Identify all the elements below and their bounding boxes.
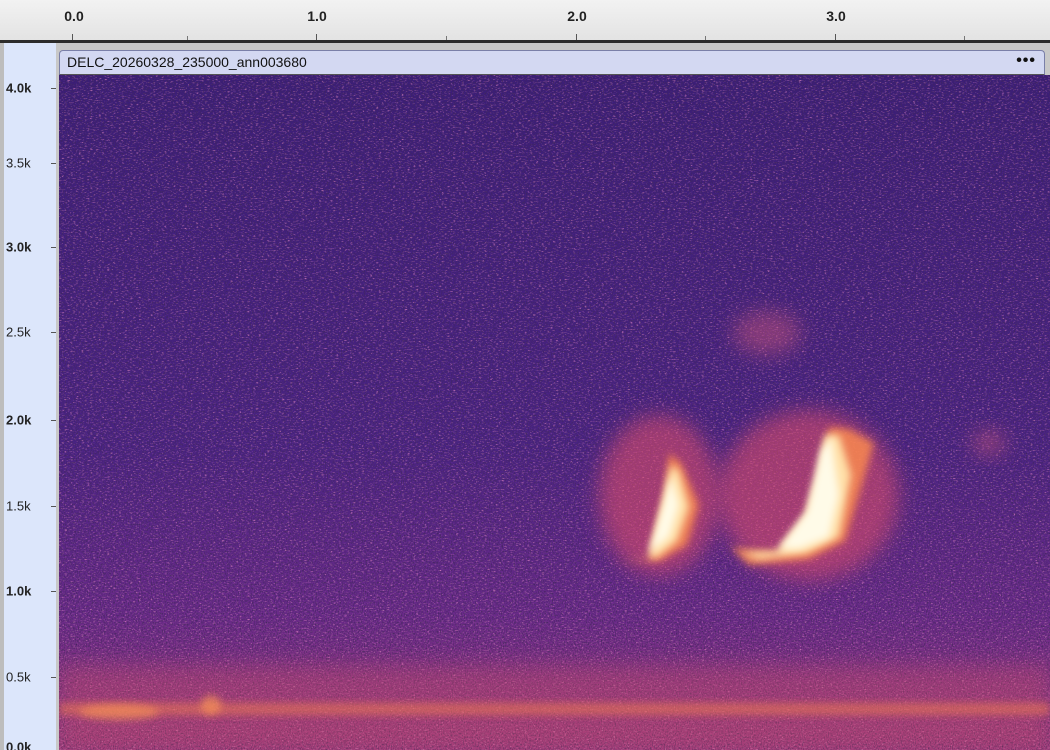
timeline-label: 1.0 — [307, 8, 327, 24]
faint-signal — [973, 431, 1005, 455]
spectrogram-noise-texture — [59, 75, 1050, 750]
spectrogram-image — [59, 75, 1050, 750]
hum-blob — [79, 704, 159, 720]
timeline-major-tick — [316, 34, 317, 40]
clip-menu-button[interactable]: ••• — [1016, 52, 1036, 70]
frequency-label: 3.0k — [6, 239, 32, 255]
frequency-label: 0.5k — [6, 669, 31, 685]
frequency-label: 2.5k — [6, 324, 31, 340]
frequency-axis[interactable]: 4.0k 3.5k 3.0k 2.5k 2.0k 1.5k 1.0k 0.5k … — [4, 43, 59, 750]
bird-call-2 — [719, 410, 899, 580]
frequency-label: 2.0k — [6, 412, 32, 428]
timeline-label: 0.0 — [64, 8, 84, 24]
frequency-label: 1.0k — [6, 583, 32, 599]
frequency-label: 0.0k — [6, 739, 32, 750]
timeline-minor-tick — [705, 36, 706, 40]
bird-call-1 — [599, 415, 719, 575]
frequency-label: 3.5k — [6, 155, 31, 171]
timeline-major-tick — [835, 34, 836, 40]
timeline-minor-tick — [187, 36, 188, 40]
timeline-minor-tick — [964, 36, 965, 40]
hum-blob — [201, 695, 221, 715]
clip-title-bar[interactable]: DELC_20260328_235000_ann003680 ••• — [59, 50, 1045, 75]
faint-signal — [733, 311, 801, 355]
frequency-label: 1.5k — [6, 498, 31, 514]
frequency-label: 4.0k — [6, 80, 32, 96]
timeline-label: 3.0 — [826, 8, 846, 24]
spectrogram-view[interactable] — [59, 75, 1050, 750]
timeline-major-tick — [576, 34, 577, 40]
timeline-major-tick — [72, 34, 73, 40]
timeline-label: 2.0 — [567, 8, 587, 24]
audio-editor-window: 0.0 1.0 2.0 3.0 4.0k 3.5k 3.0k 2.5k 2.0k… — [0, 0, 1050, 750]
timeline-minor-tick — [446, 36, 447, 40]
clip-name: DELC_20260328_235000_ann003680 — [67, 54, 307, 70]
timeline-ruler[interactable]: 0.0 1.0 2.0 3.0 — [0, 0, 1050, 43]
